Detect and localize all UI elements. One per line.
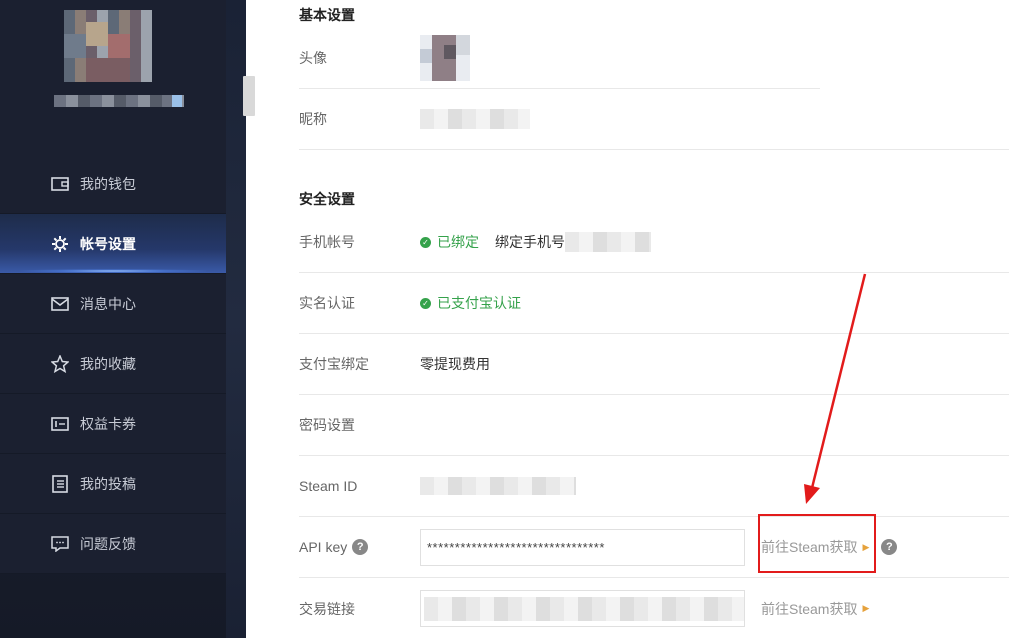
apikey-label: API key — [299, 539, 348, 555]
avatar-label: 头像 — [299, 50, 327, 66]
sidebar-item-label: 帐号设置 — [80, 235, 136, 252]
annotation-highlight-box — [758, 514, 876, 573]
phone-number-redacted — [565, 232, 651, 252]
trade-link-label: 前往Steam获取 — [761, 600, 858, 617]
apikey-input[interactable]: ******************************** — [420, 528, 745, 566]
trade-get-link[interactable]: 前往Steam获取 ▶ — [761, 599, 869, 619]
mail-icon — [50, 294, 70, 314]
phone-label: 手机帐号 — [299, 234, 355, 250]
trade-link-row: 交易链接 前往Steam获取 ▶ — [299, 578, 1009, 638]
trade-link-redacted — [424, 596, 744, 621]
steamid-row: Steam ID — [299, 456, 1009, 517]
alipay-label: 支付宝绑定 — [299, 356, 369, 372]
sidebar-item-favorites[interactable]: 我的收藏 — [0, 334, 226, 394]
alipay-row: 支付宝绑定 零提现费用 — [299, 334, 1009, 395]
app-root: 我的钱包 帐号设置 消息中心 我的收藏 权益卡券 我的投稿 问题反馈 基本设置 … — [0, 0, 1009, 638]
alipay-value: 零提现费用 — [420, 356, 490, 372]
check-circle-icon: ✓ — [420, 236, 431, 248]
main-content: 基本设置 头像 昵称 安全设置 手机帐号 ✓ 已绑定 绑定手机号 实名认证 ✓ … — [299, 0, 1009, 638]
sidebar-item-label: 问题反馈 — [80, 535, 136, 552]
realname-label: 实名认证 — [299, 295, 355, 311]
caret-right-icon: ▶ — [862, 603, 870, 613]
apikey-label-wrap: API key ? — [299, 539, 420, 555]
apikey-row: API key ? ******************************… — [299, 517, 1009, 578]
realname-row: 实名认证 ✓ 已支付宝认证 — [299, 273, 1009, 334]
realname-value: ✓ 已支付宝认证 — [420, 293, 521, 313]
password-label: 密码设置 — [299, 417, 355, 433]
sidebar-item-label: 消息中心 — [80, 295, 136, 312]
help-icon[interactable]: ? — [881, 539, 898, 555]
steamid-label: Steam ID — [299, 478, 358, 494]
sidebar-item-messages[interactable]: 消息中心 — [0, 274, 226, 334]
document-icon — [50, 474, 70, 494]
username-redacted — [54, 95, 184, 107]
star-icon — [50, 354, 70, 374]
sidebar-item-feedback[interactable]: 问题反馈 — [0, 514, 226, 574]
security-settings-title: 安全设置 — [299, 191, 355, 207]
steamid-value-redacted — [420, 477, 576, 495]
sidebar-item-submissions[interactable]: 我的投稿 — [0, 454, 226, 514]
phone-status: ✓ 已绑定 — [420, 232, 479, 252]
wallet-icon — [50, 174, 70, 194]
sidebar-item-account-settings[interactable]: 帐号设置 — [0, 214, 226, 274]
avatar-value[interactable] — [420, 35, 470, 81]
sidebar-item-label: 我的投稿 — [80, 475, 136, 492]
phone-value: ✓ 已绑定 绑定手机号 — [420, 232, 651, 252]
sidebar-item-label: 我的钱包 — [80, 175, 136, 192]
phone-row: 手机帐号 ✓ 已绑定 绑定手机号 — [299, 212, 1009, 273]
avatar-row: 头像 — [299, 28, 820, 89]
help-icon[interactable]: ? — [352, 539, 369, 555]
sidebar-item-wallet[interactable]: 我的钱包 — [0, 154, 226, 214]
coupon-icon — [50, 414, 70, 434]
trade-label: 交易链接 — [299, 600, 355, 617]
sidebar-item-label: 权益卡券 — [80, 415, 136, 432]
chat-icon — [50, 534, 70, 554]
check-circle-icon: ✓ — [420, 297, 431, 309]
sidebar: 我的钱包 帐号设置 消息中心 我的收藏 权益卡券 我的投稿 问题反馈 — [0, 0, 246, 638]
nickname-value-redacted — [420, 109, 530, 129]
gear-icon — [50, 234, 70, 254]
sidebar-nav: 我的钱包 帐号设置 消息中心 我的收藏 权益卡券 我的投稿 问题反馈 — [0, 154, 226, 574]
user-avatar[interactable] — [64, 10, 152, 82]
realname-status: ✓ 已支付宝认证 — [420, 293, 521, 313]
nickname-row: 昵称 — [299, 89, 1009, 150]
phone-bind-text: 绑定手机号 — [495, 234, 565, 250]
basic-settings-title: 基本设置 — [299, 7, 355, 23]
trade-link-input[interactable] — [420, 590, 745, 627]
scrollbar-thumb[interactable] — [243, 76, 255, 116]
nickname-label: 昵称 — [299, 111, 327, 127]
apikey-input-value: ******************************** — [427, 539, 605, 555]
sidebar-item-coupons[interactable]: 权益卡券 — [0, 394, 226, 454]
sidebar-item-label: 我的收藏 — [80, 355, 136, 372]
password-row[interactable]: 密码设置 — [299, 395, 1009, 456]
